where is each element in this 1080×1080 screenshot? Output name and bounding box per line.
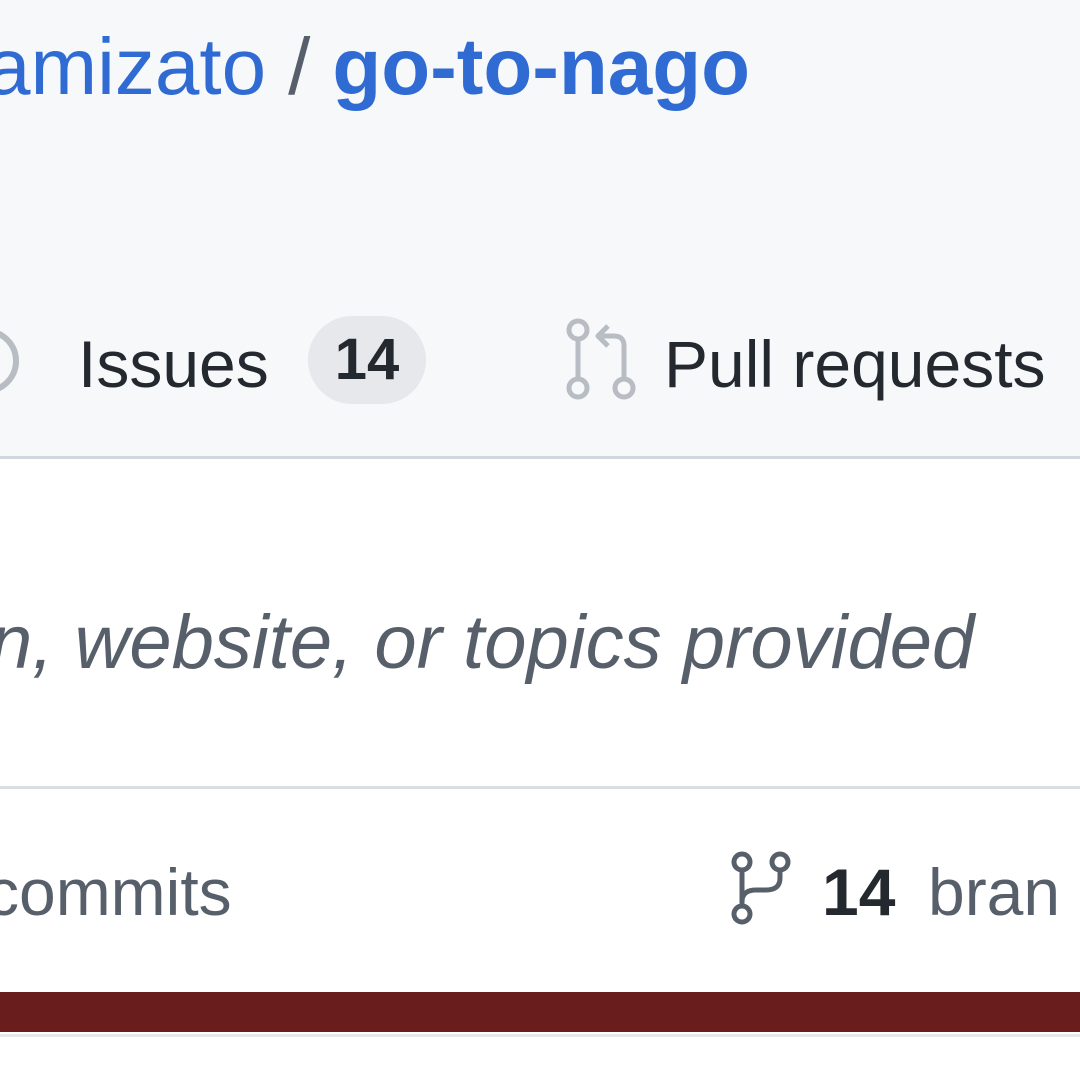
repo-description: n, website, or topics provided: [0, 600, 975, 685]
tab-pull-requests-label: Pull requests: [664, 327, 1046, 401]
git-pull-request-icon: [566, 318, 636, 400]
branches-label: bran: [928, 855, 1061, 929]
git-branch-icon: [731, 851, 791, 925]
repo-header: amizato / go-to-nago Issues 14 Pull requ…: [0, 0, 1080, 459]
title-separator: /: [288, 22, 311, 111]
issue-opened-icon: [0, 331, 19, 391]
language-bar: [0, 992, 1080, 1032]
repo-tabs: Issues 14 Pull requests: [0, 316, 1080, 406]
issues-counter-badge: 14: [308, 316, 426, 404]
branches-count: 14: [822, 855, 896, 929]
commits-link[interactable]: commits: [0, 852, 232, 932]
owner-link[interactable]: amizato: [0, 22, 266, 111]
divider-bottom: [0, 1034, 1080, 1037]
repo-title: amizato / go-to-nago: [0, 22, 750, 112]
tab-issues-label: Issues: [78, 327, 269, 401]
divider: [0, 786, 1080, 789]
repo-page: amizato / go-to-nago Issues 14 Pull requ…: [0, 0, 1080, 1080]
repo-name-link[interactable]: go-to-nago: [332, 22, 750, 111]
